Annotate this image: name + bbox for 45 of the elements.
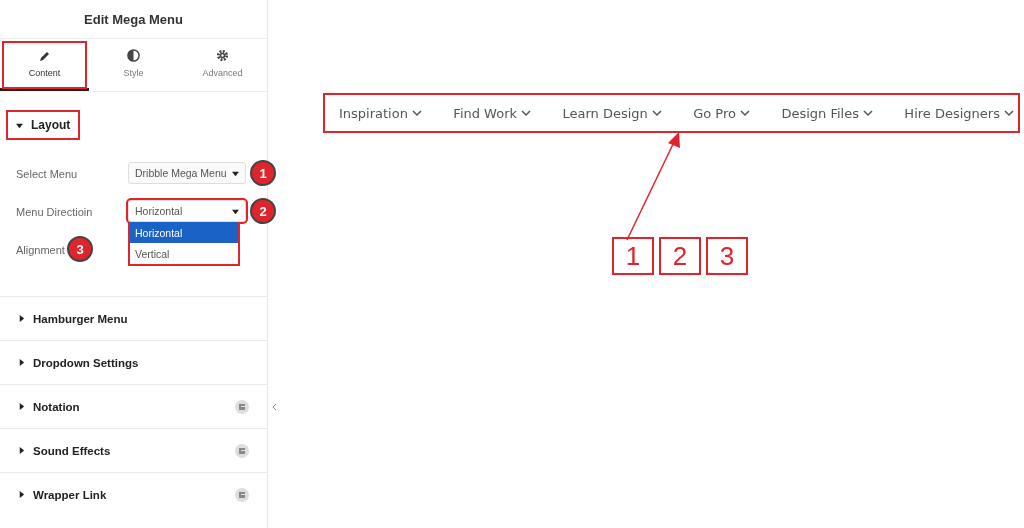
section-header[interactable]: Dropdown Settings — [0, 340, 267, 384]
caret-icon — [18, 491, 25, 498]
caret-icon — [18, 315, 25, 322]
menu-item[interactable]: Go Pro — [693, 105, 750, 121]
menu-item[interactable]: Inspiration — [339, 105, 422, 121]
caret-icon — [18, 359, 25, 366]
number-box: 2 — [659, 237, 701, 275]
caret-icon — [232, 169, 239, 177]
field-label: Menu Directioin — [16, 206, 93, 218]
select-field[interactable]: Dribble Mega Menu — [128, 162, 246, 184]
number-marker: 3 — [67, 236, 93, 262]
chevron-down-icon — [651, 109, 662, 117]
field-label: Alignment — [16, 244, 65, 256]
caret-icon — [232, 207, 239, 215]
number-marker: 1 — [250, 160, 276, 186]
section-header[interactable]: Hamburger Menu — [0, 296, 267, 340]
dropdown-option[interactable]: Horizontal — [130, 222, 238, 243]
section-header[interactable]: Sound Effects — [0, 428, 267, 472]
number-box: 1 — [612, 237, 654, 275]
panel-title: Edit Mega Menu — [83, 10, 184, 29]
select-field[interactable]: Horizontal — [128, 200, 246, 222]
gear-icon — [216, 49, 229, 62]
chevron-down-icon — [862, 109, 873, 117]
tab[interactable]: Advanced — [178, 39, 267, 91]
pencil-icon — [38, 49, 51, 62]
number-box: 3 — [706, 237, 748, 275]
caret-icon — [18, 447, 25, 454]
menu-item[interactable]: Find Work — [453, 105, 532, 121]
chevron-down-icon — [1003, 109, 1014, 117]
menu-item[interactable]: Learn Design — [562, 105, 662, 121]
menu-item[interactable]: Design Files — [781, 105, 873, 121]
tab[interactable]: Style — [89, 39, 178, 91]
caret-icon — [16, 121, 23, 129]
contrast-icon — [127, 49, 140, 62]
caret-icon — [18, 403, 25, 410]
chevron-down-icon — [521, 109, 532, 117]
chevron-down-icon — [740, 109, 750, 117]
number-marker: 2 — [250, 198, 276, 224]
section-header[interactable]: Notation — [0, 384, 267, 428]
field-label: Select Menu — [16, 168, 78, 180]
chevron-down-icon — [411, 109, 422, 117]
tab[interactable]: Content — [0, 39, 89, 91]
section-header[interactable]: Layout — [6, 110, 81, 140]
menu-item[interactable]: Hire Designers — [904, 105, 1014, 121]
section-header[interactable]: Wrapper Link — [0, 472, 267, 516]
